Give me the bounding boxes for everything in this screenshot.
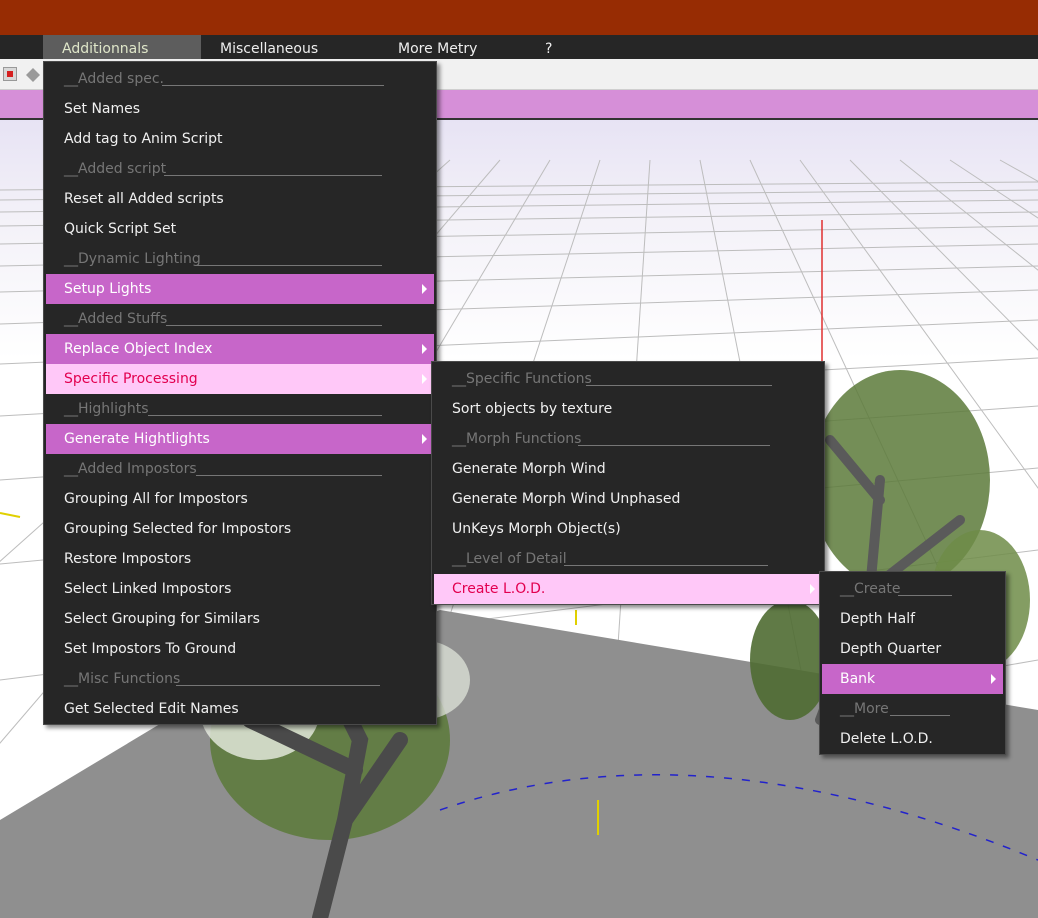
menu-item-depth-half[interactable]: Depth Half xyxy=(822,604,1003,634)
chevron-right-icon xyxy=(422,284,427,294)
separator-added-impostors: __Added Impostors xyxy=(46,454,434,484)
separator-misc-functions: __Misc Functions xyxy=(46,664,434,694)
menu-item-add-tag-anim-script[interactable]: Add tag to Anim Script xyxy=(46,124,434,154)
separator-dynamic-lighting: __Dynamic Lighting xyxy=(46,244,434,274)
separator-create: __Create xyxy=(822,574,1003,604)
separator-added-spec: __Added spec. xyxy=(46,64,434,94)
menu-help[interactable]: ? xyxy=(545,35,552,59)
chevron-right-icon xyxy=(810,584,815,594)
separator-morph-functions: __Morph Functions xyxy=(434,424,822,454)
title-bar xyxy=(0,0,1038,35)
specific-processing-submenu: __Specific Functions Sort objects by tex… xyxy=(431,361,825,605)
separator-highlights: __Highlights xyxy=(46,394,434,424)
menu-item-select-linked-impostors[interactable]: Select Linked Impostors xyxy=(46,574,434,604)
menu-item-reset-added-scripts[interactable]: Reset all Added scripts xyxy=(46,184,434,214)
menu-item-create-lod[interactable]: Create L.O.D. xyxy=(434,574,822,604)
menu-item-generate-hightlights[interactable]: Generate Hightlights xyxy=(46,424,434,454)
separator-more: __More xyxy=(822,694,1003,724)
separator-added-stuffs: __Added Stuffs xyxy=(46,304,434,334)
menu-item-quick-script-set[interactable]: Quick Script Set xyxy=(46,214,434,244)
menu-item-grouping-selected-impostors[interactable]: Grouping Selected for Impostors xyxy=(46,514,434,544)
menu-miscellaneous[interactable]: Miscellaneous xyxy=(220,35,318,59)
chevron-right-icon xyxy=(422,374,427,384)
menu-item-select-grouping-similars[interactable]: Select Grouping for Similars xyxy=(46,604,434,634)
menu-item-delete-lod[interactable]: Delete L.O.D. xyxy=(822,724,1003,754)
menu-item-restore-impostors[interactable]: Restore Impostors xyxy=(46,544,434,574)
menu-item-set-impostors-ground[interactable]: Set Impostors To Ground xyxy=(46,634,434,664)
menu-bar: Additionnals Miscellaneous More Metry ? xyxy=(0,35,1038,59)
menu-item-setup-lights[interactable]: Setup Lights xyxy=(46,274,434,304)
menu-item-sort-by-texture[interactable]: Sort objects by texture xyxy=(434,394,822,424)
menu-item-specific-processing[interactable]: Specific Processing xyxy=(46,364,434,394)
menu-item-unkeys-morph-objects[interactable]: UnKeys Morph Object(s) xyxy=(434,514,822,544)
separator-specific-functions: __Specific Functions xyxy=(434,364,822,394)
menu-item-generate-morph-wind-unphased[interactable]: Generate Morph Wind Unphased xyxy=(434,484,822,514)
chevron-right-icon xyxy=(991,674,996,684)
gear-icon[interactable] xyxy=(26,67,40,82)
additionnals-menu: __Added spec. Set Names Add tag to Anim … xyxy=(43,61,437,725)
menu-item-set-names[interactable]: Set Names xyxy=(46,94,434,124)
stop-icon[interactable] xyxy=(3,67,17,81)
chevron-right-icon xyxy=(422,434,427,444)
menu-item-bank[interactable]: Bank xyxy=(822,664,1003,694)
menu-item-replace-object-index[interactable]: Replace Object Index xyxy=(46,334,434,364)
menu-item-depth-quarter[interactable]: Depth Quarter xyxy=(822,634,1003,664)
menu-item-get-selected-edit-names[interactable]: Get Selected Edit Names xyxy=(46,694,434,724)
create-lod-submenu: __Create Depth Half Depth Quarter Bank _… xyxy=(819,571,1006,755)
menu-item-generate-morph-wind[interactable]: Generate Morph Wind xyxy=(434,454,822,484)
chevron-right-icon xyxy=(422,344,427,354)
menu-more-metry[interactable]: More Metry xyxy=(398,35,477,59)
separator-level-of-detail: __Level of Detail xyxy=(434,544,822,574)
separator-added-script: __Added script xyxy=(46,154,434,184)
menu-item-grouping-all-impostors[interactable]: Grouping All for Impostors xyxy=(46,484,434,514)
menu-additionnals[interactable]: Additionnals xyxy=(43,35,201,59)
